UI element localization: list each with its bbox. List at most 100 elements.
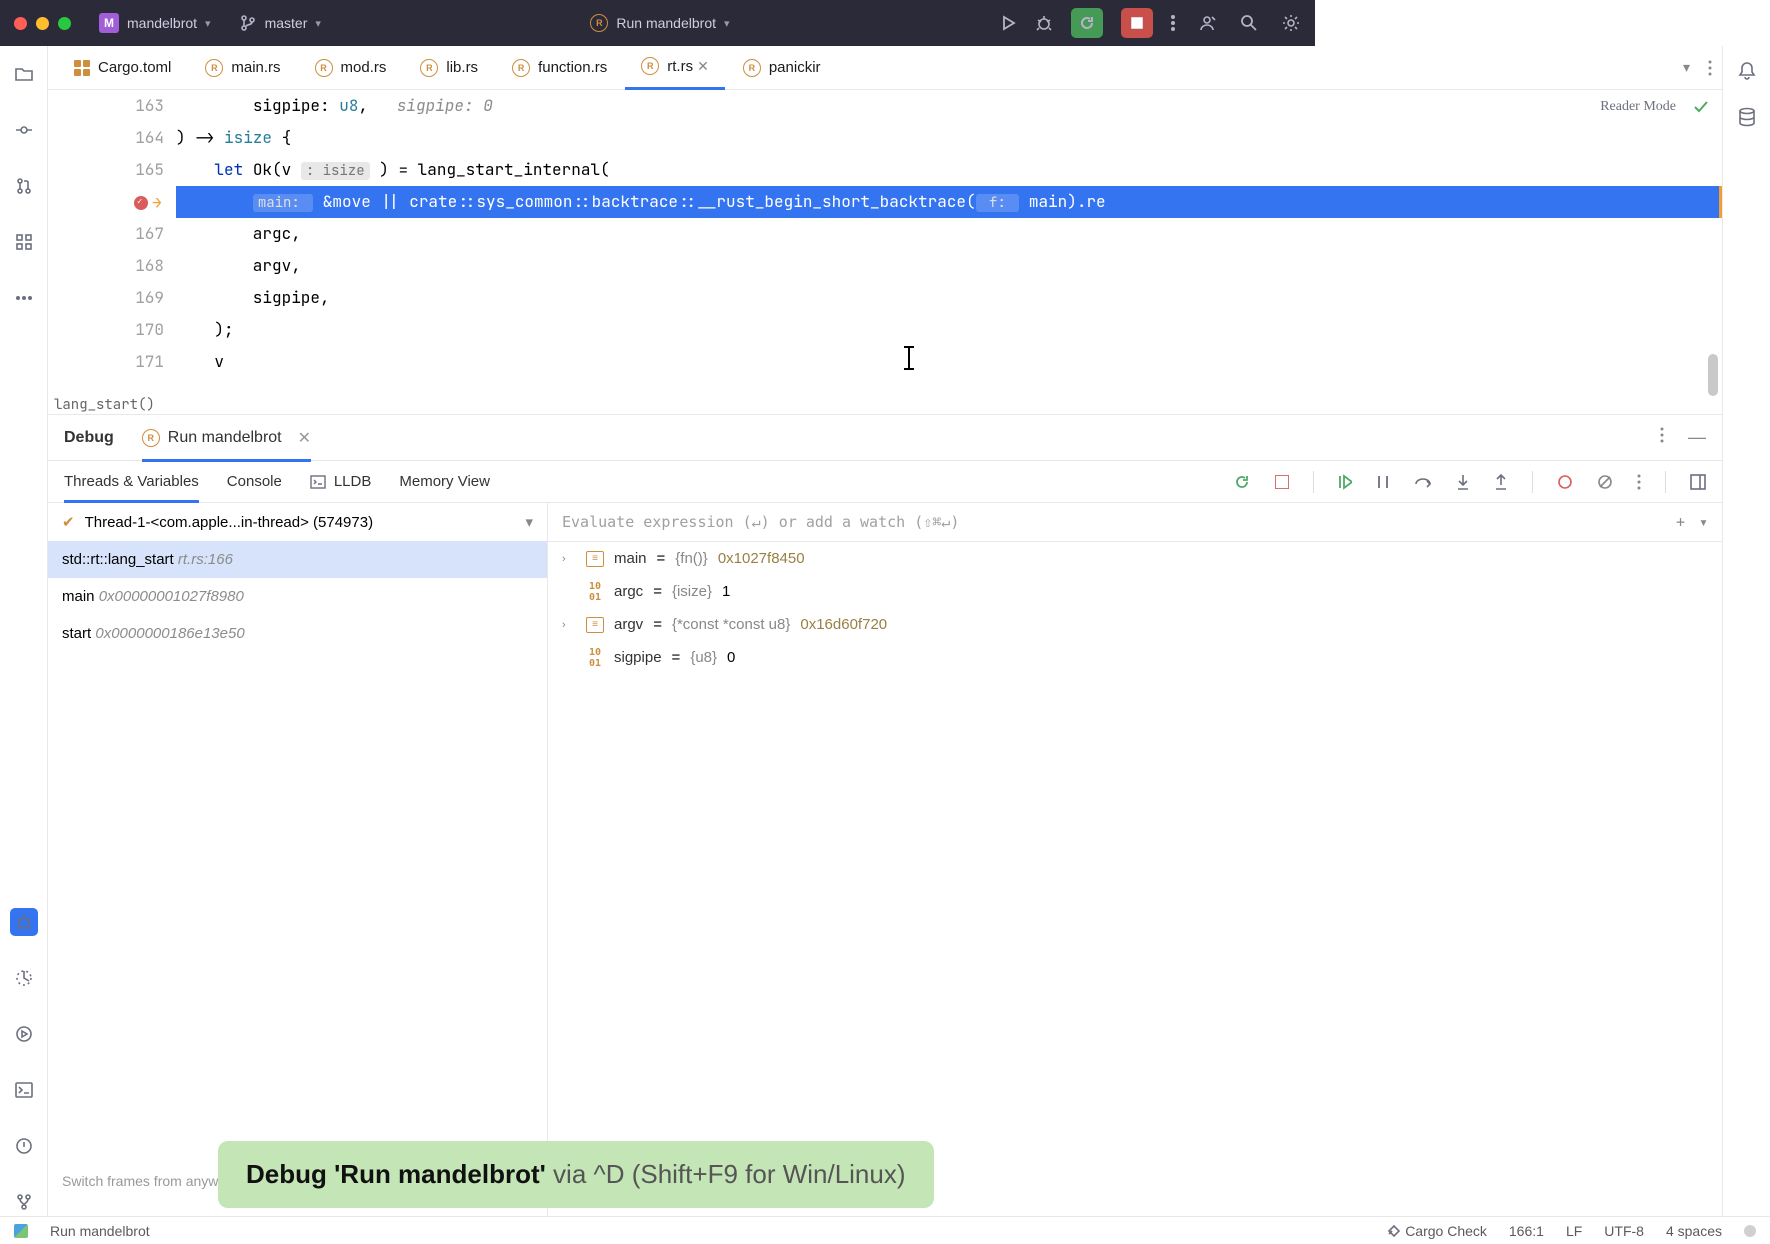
project-selector[interactable]: M mandelbrot ▾ — [99, 13, 211, 33]
cargo-check-status[interactable]: Cargo Check — [1387, 1223, 1487, 1239]
memory-view-tab[interactable]: Memory View — [399, 473, 490, 490]
ide-status-icon[interactable] — [14, 1224, 28, 1238]
code-with-me-icon[interactable] — [1197, 13, 1217, 33]
rerun-icon[interactable] — [1233, 473, 1251, 491]
terminal-tool-icon[interactable] — [10, 1076, 38, 1104]
scrollbar-thumb[interactable] — [1708, 354, 1718, 396]
vcs-tool-icon[interactable] — [10, 1188, 38, 1216]
line-ending[interactable]: LF — [1566, 1223, 1582, 1239]
problems-tool-icon[interactable] — [10, 1132, 38, 1160]
expand-icon[interactable]: › — [562, 619, 576, 631]
console-tab[interactable]: Console — [227, 473, 282, 490]
step-into-icon[interactable] — [1456, 473, 1470, 491]
minimize-icon[interactable]: — — [1688, 427, 1706, 448]
debug-tool-icon[interactable] — [10, 908, 38, 936]
tab-panicking[interactable]: Rpanickir — [727, 46, 837, 90]
variable-row[interactable]: 1001argc = {isize} 1 — [548, 575, 1722, 608]
run-icon[interactable] — [999, 14, 1017, 32]
primitive-icon: 1001 — [586, 584, 604, 600]
cargo-icon — [74, 60, 90, 76]
view-breakpoints-icon[interactable] — [1557, 474, 1573, 490]
mute-breakpoints-icon[interactable] — [1597, 474, 1613, 490]
run-tool-icon[interactable] — [10, 1020, 38, 1048]
code-area[interactable]: sigpipe: u8, sigpipe: 0 ) -> isize { let… — [176, 90, 1722, 378]
more-tool-icon[interactable] — [10, 284, 38, 312]
chevron-down-icon[interactable]: ▾ — [1683, 59, 1690, 76]
run-session-tab[interactable]: RRun mandelbrot✕ — [142, 428, 311, 462]
branch-icon — [239, 14, 257, 32]
step-out-icon[interactable] — [1494, 473, 1508, 491]
indent[interactable]: 4 spaces — [1666, 1223, 1722, 1239]
settings-icon[interactable] — [1281, 13, 1301, 33]
tab-mod-rs[interactable]: Rmod.rs — [299, 46, 403, 90]
chevron-down-icon[interactable]: ▾ — [1699, 513, 1708, 531]
database-icon[interactable] — [1737, 107, 1757, 130]
minimize-window-icon[interactable] — [36, 17, 49, 30]
variable-row[interactable]: ›≡argv = {*const *const u8} 0x16d60f720 — [548, 608, 1722, 641]
close-icon[interactable]: ✕ — [697, 58, 709, 75]
branch-selector[interactable]: master ▾ — [239, 14, 321, 32]
stack-frame[interactable]: std::rt::lang_start rt.rs:166 — [48, 541, 547, 578]
tab-rt-rs[interactable]: Rrt.rs✕ — [625, 46, 725, 90]
stop-button[interactable] — [1121, 8, 1153, 38]
breakpoint-marker[interactable]: → — [134, 192, 162, 213]
notifications-icon[interactable] — [1737, 60, 1757, 83]
profiler-tool-icon[interactable] — [10, 964, 38, 992]
breadcrumb[interactable]: lang_start() — [54, 396, 155, 414]
project-tool-icon[interactable] — [10, 60, 38, 88]
add-watch-icon[interactable]: + — [1676, 513, 1685, 531]
stack-frame[interactable]: main 0x00000001027f8980 — [48, 578, 547, 615]
shortcut-hint-bubble: Debug 'Run mandelbrot' via ^D (Shift+F9 … — [218, 1141, 934, 1208]
chevron-down-icon: ▾ — [525, 513, 533, 531]
status-indicator-icon[interactable] — [1744, 1225, 1756, 1237]
threads-vars-tab[interactable]: Threads & Variables — [64, 473, 199, 503]
stack-frame[interactable]: start 0x0000000186e13e50 — [48, 615, 547, 652]
rerun-button[interactable] — [1071, 8, 1103, 38]
rust-icon: R — [641, 57, 659, 75]
text-cursor — [908, 346, 910, 370]
more-icon[interactable] — [1637, 474, 1641, 490]
thread-selector[interactable]: ✔ Thread-1-<com.apple...in-thread> (5749… — [48, 503, 547, 541]
variable-row[interactable]: ›≡main = {fn()} 0x1027f8450 — [548, 542, 1722, 575]
status-run-config[interactable]: Run mandelbrot — [50, 1223, 150, 1239]
debug-panel: Debug RRun mandelbrot✕ — Threads & Varia… — [48, 414, 1722, 1216]
tab-cargo-toml[interactable]: Cargo.toml — [58, 46, 187, 90]
debug-icon[interactable] — [1035, 14, 1053, 32]
structure-tool-icon[interactable] — [10, 228, 38, 256]
rust-icon: R — [142, 429, 160, 447]
layout-icon[interactable] — [1690, 474, 1706, 490]
rust-icon: R — [590, 14, 608, 32]
stop-icon[interactable] — [1275, 475, 1289, 489]
commit-tool-icon[interactable] — [10, 116, 38, 144]
lldb-tab[interactable]: LLDB — [310, 473, 372, 490]
evaluate-expression-input[interactable]: Evaluate expression (↵) or add a watch (… — [548, 503, 1722, 542]
rust-icon: R — [743, 59, 761, 77]
execution-pointer-icon: → — [152, 192, 162, 213]
cursor-position[interactable]: 166:1 — [1509, 1223, 1544, 1239]
breakpoint-icon — [134, 196, 148, 210]
branch-name: master — [265, 15, 308, 31]
chevron-down-icon: ▾ — [315, 17, 321, 30]
step-over-icon[interactable] — [1414, 474, 1432, 490]
maximize-window-icon[interactable] — [58, 17, 71, 30]
encoding[interactable]: UTF-8 — [1604, 1223, 1644, 1239]
rust-icon: R — [420, 59, 438, 77]
gutter: 163164165167168169170171 — [48, 90, 176, 378]
resume-icon[interactable] — [1338, 474, 1352, 490]
tab-function-rs[interactable]: Rfunction.rs — [496, 46, 623, 90]
code-editor[interactable]: Reader Mode 163164165167168169170171 → s… — [48, 90, 1722, 380]
search-icon[interactable] — [1239, 13, 1259, 33]
more-icon[interactable] — [1660, 427, 1664, 443]
expand-icon[interactable]: › — [562, 553, 576, 565]
pause-icon[interactable] — [1376, 474, 1390, 490]
tab-lib-rs[interactable]: Rlib.rs — [404, 46, 494, 90]
variable-row[interactable]: 1001sigpipe = {u8} 0 — [548, 641, 1722, 674]
close-window-icon[interactable] — [14, 17, 27, 30]
close-icon[interactable]: ✕ — [298, 428, 311, 448]
run-config-selector[interactable]: R Run mandelbrot ▾ — [590, 14, 729, 32]
tab-main-rs[interactable]: Rmain.rs — [189, 46, 296, 90]
pull-requests-icon[interactable] — [10, 172, 38, 200]
more-icon[interactable] — [1708, 60, 1712, 76]
more-icon[interactable] — [1171, 14, 1175, 32]
debug-tab[interactable]: Debug — [64, 429, 114, 447]
